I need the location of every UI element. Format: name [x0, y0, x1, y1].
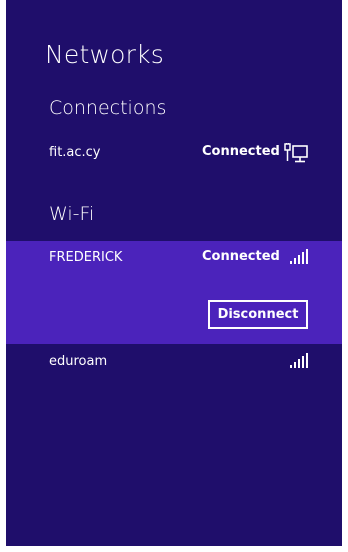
networks-panel: Networks Connections fit.ac.cy Connected… [6, 0, 342, 546]
wifi-name: eduroam [49, 354, 108, 369]
wifi-heading: Wi-Fi [49, 203, 95, 225]
disconnect-button[interactable]: Disconnect [208, 300, 308, 329]
wifi-item-eduroam[interactable]: eduroam [6, 345, 342, 381]
panel-title: Networks [45, 40, 165, 69]
connections-heading: Connections [49, 97, 167, 119]
wifi-row-frederick: FREDERICK Connected [6, 241, 342, 277]
wifi-name: FREDERICK [49, 250, 123, 265]
wifi-item-frederick[interactable]: FREDERICK Connected Disconnect [6, 241, 342, 344]
wifi-status: Connected [202, 249, 280, 264]
connection-name: fit.ac.cy [49, 145, 101, 160]
wifi-signal-icon [289, 352, 309, 374]
wired-network-icon [283, 143, 309, 169]
connection-status: Connected [202, 144, 280, 159]
connection-item-fit-ac-cy[interactable]: fit.ac.cy Connected [6, 136, 342, 172]
wifi-signal-icon [289, 248, 309, 270]
